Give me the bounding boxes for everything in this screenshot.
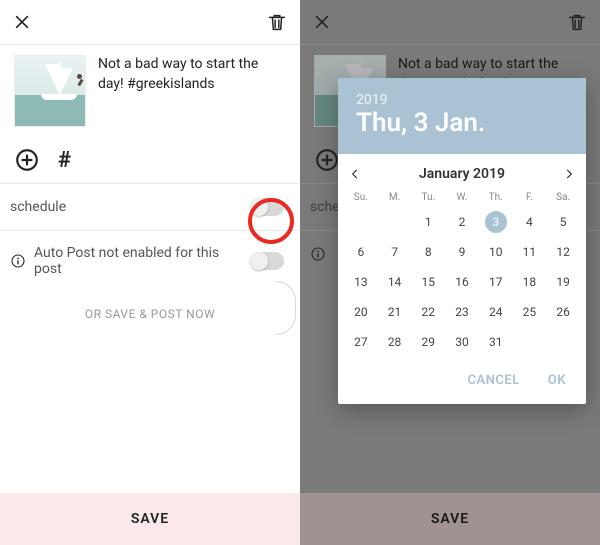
info-icon — [10, 253, 26, 269]
calendar-day[interactable]: 14 — [378, 271, 412, 293]
calendar-day[interactable]: 18 — [513, 271, 547, 293]
calendar-day[interactable]: 11 — [513, 241, 547, 263]
calendar-dow: Su. — [344, 192, 378, 203]
chevron-left-icon[interactable] — [348, 167, 362, 181]
topbar — [0, 0, 300, 44]
calendar-dow: W. — [445, 192, 479, 203]
modal-actions: CANCEL OK — [338, 361, 586, 404]
calendar-day[interactable]: 3 — [485, 211, 507, 233]
calendar-day[interactable]: 1 — [411, 211, 445, 233]
calendar-day[interactable]: 6 — [344, 241, 378, 263]
calendar-nav: January 2019 — [338, 154, 586, 188]
cancel-button[interactable]: CANCEL — [468, 373, 520, 388]
save-button[interactable]: SAVE — [0, 493, 300, 545]
calendar-day[interactable]: 13 — [344, 271, 378, 293]
schedule-label: schedule — [10, 199, 66, 215]
calendar-day[interactable]: 17 — [479, 271, 513, 293]
post-thumbnail[interactable] — [14, 55, 86, 127]
modal-header: 2019 Thu, 3 Jan. — [338, 78, 586, 154]
schedule-toggle[interactable] — [250, 198, 284, 216]
date-picker-screen: Not a bad way to start the day! #greekis… — [300, 0, 600, 545]
calendar-empty — [378, 211, 412, 233]
calendar-day[interactable]: 8 — [411, 241, 445, 263]
calendar-day[interactable]: 12 — [546, 241, 580, 263]
or-save-post-row[interactable]: OR SAVE & POST NOW — [0, 291, 300, 337]
modal-date[interactable]: Thu, 3 Jan. — [356, 108, 568, 138]
calendar-day[interactable]: 15 — [411, 271, 445, 293]
calendar-day[interactable]: 9 — [445, 241, 479, 263]
calendar-day[interactable]: 5 — [546, 211, 580, 233]
calendar-day[interactable]: 10 — [479, 241, 513, 263]
date-picker-modal: 2019 Thu, 3 Jan. January 2019 Su.M.Tu.W.… — [338, 78, 586, 404]
calendar-day[interactable]: 19 — [546, 271, 580, 293]
add-icon[interactable] — [14, 147, 40, 173]
calendar-day[interactable]: 2 — [445, 211, 479, 233]
calendar-dow: F. — [513, 192, 547, 203]
or-label: OR SAVE & POST NOW — [85, 307, 215, 321]
calendar-day[interactable]: 20 — [344, 301, 378, 323]
autopost-row: Auto Post not enabled for this post — [0, 230, 300, 291]
calendar-day[interactable]: 22 — [411, 301, 445, 323]
calendar-day[interactable]: 26 — [546, 301, 580, 323]
chevron-right-icon[interactable] — [562, 167, 576, 181]
post-caption[interactable]: Not a bad way to start the day! #greekis… — [98, 55, 286, 127]
compose-screen: Not a bad way to start the day! #greekis… — [0, 0, 300, 545]
calendar-day[interactable]: 16 — [445, 271, 479, 293]
calendar-day[interactable]: 30 — [445, 331, 479, 353]
close-icon[interactable] — [12, 12, 32, 32]
calendar-dow: Sa. — [546, 192, 580, 203]
autopost-toggle[interactable] — [250, 252, 284, 270]
calendar-day[interactable]: 28 — [378, 331, 412, 353]
calendar-day[interactable]: 24 — [479, 301, 513, 323]
calendar-day[interactable]: 31 — [479, 331, 513, 353]
calendar-dow: Tu. — [411, 192, 445, 203]
post-row: Not a bad way to start the day! #greekis… — [0, 45, 300, 137]
ok-button[interactable]: OK — [548, 373, 566, 388]
calendar-day[interactable]: 27 — [344, 331, 378, 353]
calendar-day[interactable]: 29 — [411, 331, 445, 353]
calendar-empty — [344, 211, 378, 233]
modal-year[interactable]: 2019 — [356, 92, 568, 108]
calendar-day[interactable]: 25 — [513, 301, 547, 323]
trash-icon[interactable] — [266, 11, 288, 33]
calendar-dow: M. — [378, 192, 412, 203]
schedule-row: schedule — [0, 183, 300, 230]
autopost-label: Auto Post not enabled for this post — [34, 245, 250, 277]
calendar-day[interactable]: 23 — [445, 301, 479, 323]
month-label: January 2019 — [419, 166, 505, 182]
calendar-day[interactable]: 21 — [378, 301, 412, 323]
hashtag-icon[interactable]: # — [58, 148, 71, 173]
calendar-dow: Th. — [479, 192, 513, 203]
calendar-day[interactable]: 4 — [513, 211, 547, 233]
calendar-grid: Su.M.Tu.W.Th.F.Sa.1234567891011121314151… — [338, 188, 586, 361]
tool-row: # — [0, 137, 300, 183]
calendar-day[interactable]: 7 — [378, 241, 412, 263]
